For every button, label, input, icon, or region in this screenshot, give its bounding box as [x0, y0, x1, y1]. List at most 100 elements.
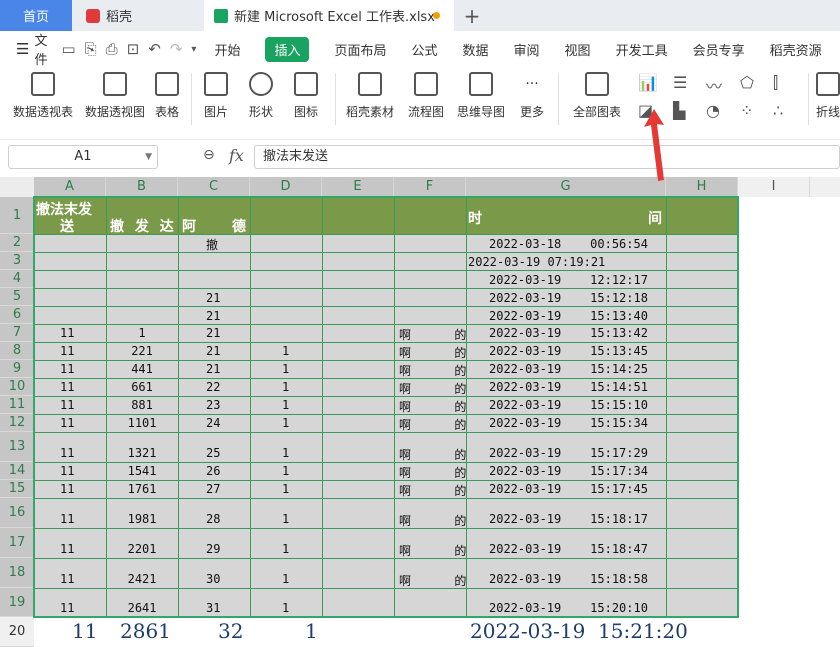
tab-developer[interactable]: 开发工具: [616, 40, 668, 59]
row-header-3[interactable]: 3: [0, 252, 34, 270]
pivot-chart-icon: [103, 72, 127, 96]
line-chart-icon[interactable]: 〰: [706, 73, 722, 97]
cell-d15: 1: [282, 482, 290, 496]
tab-view[interactable]: 视图: [565, 40, 591, 59]
row-header-7[interactable]: 7: [0, 324, 34, 342]
row-header-16[interactable]: 16: [0, 498, 34, 528]
row-header-17[interactable]: 17: [0, 528, 34, 558]
row-header-20[interactable]: 20: [0, 617, 34, 647]
tab-file[interactable]: 新建 Microsoft Excel 工作表.xlsx: [204, 0, 454, 31]
pie-chart-icon[interactable]: ◔: [706, 101, 720, 120]
cell-d14: 1: [282, 464, 290, 478]
row-header-13[interactable]: 13: [0, 432, 34, 462]
col-header-e[interactable]: E: [322, 177, 394, 197]
pivot-chart-button[interactable]: 数据透视图: [84, 67, 146, 120]
scatter-chart-icon[interactable]: ⁘: [740, 101, 753, 120]
fx-icon[interactable]: fx: [229, 146, 244, 165]
row-header-19[interactable]: 19: [0, 588, 34, 617]
col-header-c[interactable]: C: [178, 177, 250, 197]
col-header-i[interactable]: I: [738, 177, 810, 197]
row-header-5[interactable]: 5: [0, 288, 34, 306]
picture-button[interactable]: 图片: [199, 67, 233, 120]
shape-icon: [249, 72, 273, 96]
gridline: [34, 324, 738, 325]
line-sparkline-button[interactable]: 折线: [816, 67, 840, 120]
tab-formula[interactable]: 公式: [412, 40, 438, 59]
tab-start[interactable]: 开始: [214, 40, 240, 59]
row-header-2[interactable]: 2: [0, 234, 34, 252]
column-chart-icon[interactable]: 📊: [638, 73, 658, 92]
tab-insert[interactable]: 插入: [265, 36, 310, 62]
new-tab-button[interactable]: +: [458, 0, 486, 31]
gridline: [34, 360, 738, 361]
selected-range[interactable]: 撤法末发 送 撤 发 达 阿 德 时 间 撤 2022-03-18 00:56:…: [34, 197, 738, 617]
cell-g3: 2022-03-19 07:19:21: [468, 255, 606, 269]
row-header-10[interactable]: 10: [0, 378, 34, 396]
cell-a9: 11: [60, 362, 75, 376]
cell-d8: 1: [282, 344, 290, 358]
cell-a17: 11: [60, 542, 75, 556]
more-button[interactable]: ··· 更多: [514, 67, 550, 120]
cell-b19: 2641: [127, 601, 157, 615]
file-menu[interactable]: ☰ 文件: [0, 30, 47, 68]
undo-icon[interactable]: ↶: [148, 40, 161, 58]
zoom-icon[interactable]: ⊖: [203, 147, 215, 163]
cell-d19: 1: [282, 601, 290, 615]
col-header-b[interactable]: B: [106, 177, 178, 197]
row-header-8[interactable]: 8: [0, 342, 34, 360]
docer-material-button[interactable]: 稻壳素材: [344, 67, 396, 120]
formula-input[interactable]: 撤法末发送: [254, 145, 840, 169]
row-header-1[interactable]: 1: [0, 197, 34, 234]
gridline: [394, 197, 395, 617]
col-header-d[interactable]: D: [250, 177, 322, 197]
tab-docer[interactable]: 稻壳: [76, 0, 196, 31]
bar-chart-icon[interactable]: ☰: [673, 73, 687, 92]
select-all-corner[interactable]: [0, 177, 34, 197]
cell-c6: 21: [206, 309, 221, 323]
mindmap-button[interactable]: 思维导图: [455, 67, 507, 120]
more-icon[interactable]: ▾: [191, 44, 196, 55]
row-header-14[interactable]: 14: [0, 462, 34, 480]
name-box[interactable]: A1 ▼: [8, 145, 158, 169]
all-charts-button[interactable]: 全部图表: [567, 67, 627, 120]
row-header-4[interactable]: 4: [0, 270, 34, 288]
row-header-6[interactable]: 6: [0, 306, 34, 324]
bubble-chart-icon[interactable]: ∴: [773, 101, 783, 120]
tab-home[interactable]: 首页: [0, 0, 72, 31]
col-header-j[interactable]: [810, 177, 840, 197]
redo-icon[interactable]: ↷: [170, 40, 183, 58]
flowchart-button[interactable]: 流程图: [406, 67, 446, 120]
save-icon[interactable]: ▭: [61, 40, 75, 58]
row-header-18[interactable]: 18: [0, 558, 34, 588]
pivot-table-button[interactable]: 数据透视表: [12, 67, 74, 120]
tab-review[interactable]: 审阅: [514, 40, 540, 59]
row-header-9[interactable]: 9: [0, 360, 34, 378]
tab-data[interactable]: 数据: [463, 40, 489, 59]
export-icon[interactable]: ⎘: [85, 40, 97, 58]
tab-member[interactable]: 会员专享: [693, 40, 745, 59]
tab-home-label: 首页: [22, 10, 49, 25]
preview-icon[interactable]: ⊡: [127, 40, 140, 58]
print-icon[interactable]: ⎙: [106, 40, 118, 58]
tab-docer-resources[interactable]: 稻壳资源: [770, 40, 822, 59]
radar-chart-icon[interactable]: ⬠: [740, 73, 754, 92]
row-header-15[interactable]: 15: [0, 480, 34, 498]
col-header-f[interactable]: F: [394, 177, 466, 197]
shape-button[interactable]: 形状: [244, 67, 278, 120]
col-header-g[interactable]: G: [466, 177, 666, 197]
mindmap-icon: [469, 72, 493, 96]
pivot-table-label: 数据透视表: [12, 105, 73, 119]
row-header-11[interactable]: 11: [0, 396, 34, 414]
cell-a14: 11: [60, 464, 75, 478]
all-charts-label: 全部图表: [572, 105, 621, 119]
cell-c13: 25: [206, 446, 221, 460]
cell-b12: 1101: [127, 416, 157, 430]
icon-button[interactable]: 图标: [289, 67, 323, 120]
cell-g1-right: 间: [648, 211, 662, 227]
table-button[interactable]: 表格: [152, 67, 182, 120]
row-header-12[interactable]: 12: [0, 414, 34, 432]
stock-chart-icon[interactable]: ⫿: [773, 73, 778, 93]
tab-page-layout[interactable]: 页面布局: [334, 40, 386, 59]
col-header-a[interactable]: A: [34, 177, 106, 197]
cell-g8: 2022-03-19 15:13:45: [489, 344, 648, 358]
